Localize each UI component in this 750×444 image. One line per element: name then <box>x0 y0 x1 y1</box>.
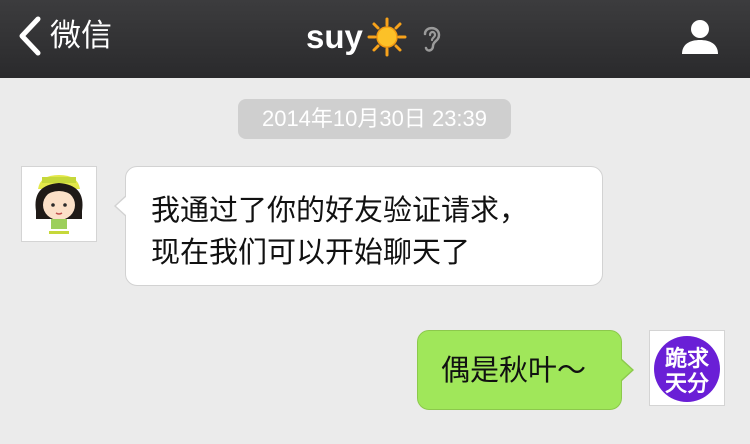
back-button[interactable]: 微信 <box>18 12 112 60</box>
contact-avatar[interactable] <box>21 166 97 242</box>
chevron-left-icon <box>19 16 41 56</box>
person-icon[interactable] <box>680 16 720 56</box>
message-text: 偶是秋叶～ <box>441 353 587 387</box>
cartoon-girl-avatar <box>22 167 96 241</box>
incoming-message-bubble[interactable]: 我通过了你的好友验证请求， 现在我们可以开始聊天了 <box>114 166 603 286</box>
svg-text:天分: 天分 <box>665 372 709 397</box>
my-avatar[interactable]: 跪求 天分 <box>649 330 725 406</box>
sun-icon <box>367 17 407 57</box>
outgoing-message-bubble[interactable]: 偶是秋叶～ <box>417 330 634 410</box>
message-timestamp: 2014年10月30日 23:39 <box>238 99 511 139</box>
chat-title-text: suy <box>306 18 363 55</box>
ear-icon <box>423 26 441 52</box>
chat-title: suy <box>306 13 407 61</box>
navigation-bar: 微信 suy <box>0 0 750 78</box>
message-text-line: 现在我们可以开始聊天了 <box>151 235 471 269</box>
purple-badge-avatar: 跪求 天分 <box>650 331 724 405</box>
back-button-label: 微信 <box>50 18 112 54</box>
message-text-line: 我通过了你的好友验证请求， <box>151 193 529 227</box>
svg-text:跪求: 跪求 <box>665 346 709 372</box>
